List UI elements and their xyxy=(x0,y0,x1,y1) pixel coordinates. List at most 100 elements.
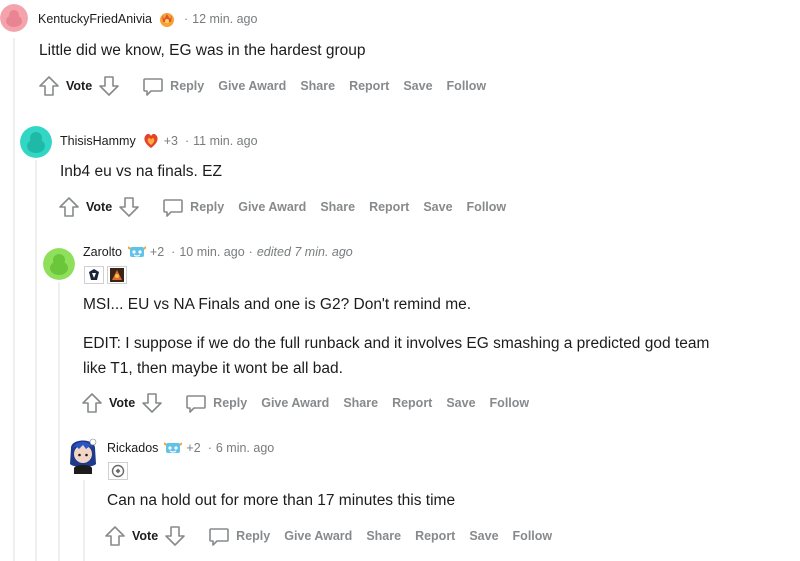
give-award-button[interactable]: Give Award xyxy=(261,396,329,410)
separator: · xyxy=(183,12,189,26)
comment-time[interactable]: 11 min. ago xyxy=(193,134,257,148)
comment-paragraph: Inb4 eu vs na finals. EZ xyxy=(60,163,222,180)
avatar[interactable] xyxy=(0,4,28,32)
reply-icon xyxy=(162,196,184,218)
reply-label: Reply xyxy=(213,396,248,410)
save-button[interactable]: Save xyxy=(403,79,432,93)
snoo-avatar-icon xyxy=(20,126,52,158)
avatar[interactable] xyxy=(43,248,75,280)
reply-label: Reply xyxy=(170,79,205,93)
follow-button[interactable]: Follow xyxy=(490,396,530,410)
team-flair-icon xyxy=(108,462,128,480)
avatar[interactable] xyxy=(20,126,52,158)
comment-body: Can na hold out for more than 17 minutes… xyxy=(107,488,455,513)
report-button[interactable]: Report xyxy=(392,396,432,410)
avatar[interactable] xyxy=(66,434,100,474)
author-name[interactable]: ThisisHammy xyxy=(60,134,136,148)
comment-paragraph: EDIT: I suppose if we do the full runbac… xyxy=(83,335,710,352)
comment-paragraph: Little did we know, EG was in the hardes… xyxy=(39,42,366,59)
report-button[interactable]: Report xyxy=(349,79,389,93)
comment-actions: Vote Reply Give Award Share Report Save … xyxy=(81,391,543,415)
separator: · xyxy=(248,245,253,259)
vote-count: Vote xyxy=(132,529,159,543)
reply-icon xyxy=(185,392,207,414)
reply-icon xyxy=(142,75,164,97)
share-button[interactable]: Share xyxy=(343,396,378,410)
team-liquid-flair-icon xyxy=(84,266,104,284)
comment-meta: ThisisHammy +3 · 11 min. ago xyxy=(60,132,258,150)
reply-label: Reply xyxy=(236,529,271,543)
share-button[interactable]: Share xyxy=(300,79,335,93)
save-button[interactable]: Save xyxy=(446,396,475,410)
save-button[interactable]: Save xyxy=(423,200,452,214)
share-button[interactable]: Share xyxy=(366,529,401,543)
comment-time[interactable]: 6 min. ago xyxy=(216,441,274,455)
comment-body: MSI... EU vs NA Finals and one is G2? Do… xyxy=(83,292,709,381)
give-award-button[interactable]: Give Award xyxy=(238,200,306,214)
follow-button[interactable]: Follow xyxy=(467,200,507,214)
award-flair-icon[interactable] xyxy=(142,132,160,150)
user-flair xyxy=(84,266,127,284)
separator: · xyxy=(207,441,212,455)
award-flair-icon[interactable] xyxy=(158,10,176,28)
downvote-icon[interactable] xyxy=(118,195,140,219)
thread-line[interactable] xyxy=(13,38,15,561)
upvote-icon[interactable] xyxy=(81,391,103,415)
upvote-icon[interactable] xyxy=(58,195,80,219)
edited-label: edited 7 min. ago xyxy=(256,245,353,259)
comment-paragraph: Can na hold out for more than 17 minutes… xyxy=(107,492,456,509)
snoo-avatar-icon xyxy=(0,4,28,32)
snoo-avatar-icon xyxy=(70,438,97,474)
follow-button[interactable]: Follow xyxy=(513,529,553,543)
snoo-avatar-icon xyxy=(43,248,75,280)
award-flair-icon[interactable] xyxy=(164,439,183,457)
comment-paragraph: like T1, then maybe it wont be all bad. xyxy=(83,360,343,377)
upvote-icon[interactable] xyxy=(104,524,126,548)
vote-count: Vote xyxy=(86,200,113,214)
report-button[interactable]: Report xyxy=(369,200,409,214)
champion-flair-icon xyxy=(107,266,127,284)
reply-button[interactable]: Reply xyxy=(140,196,224,218)
award-count: +2 xyxy=(186,441,201,455)
reply-button[interactable]: Reply xyxy=(163,392,247,414)
separator: · xyxy=(184,134,190,148)
give-award-button[interactable]: Give Award xyxy=(218,79,286,93)
author-name[interactable]: Zarolto xyxy=(83,245,122,259)
comment-paragraph: MSI... EU vs NA Finals and one is G2? Do… xyxy=(83,296,472,313)
downvote-icon[interactable] xyxy=(98,74,120,98)
award-count: +3 xyxy=(163,134,178,148)
reply-label: Reply xyxy=(190,200,225,214)
separator: · xyxy=(171,245,176,259)
comment-actions: Vote Reply Give Award Share Report Save … xyxy=(38,74,500,98)
report-button[interactable]: Report xyxy=(415,529,455,543)
author-name[interactable]: KentuckyFriedAnivia xyxy=(38,12,152,26)
award-flair-icon[interactable] xyxy=(127,243,146,261)
award-count: +2 xyxy=(149,245,165,259)
comment-body: Little did we know, EG was in the hardes… xyxy=(39,38,366,63)
reply-icon xyxy=(208,525,230,547)
comment-actions: Vote Reply Give Award Share Report Save … xyxy=(58,195,520,219)
vote-count: Vote xyxy=(109,396,136,410)
save-button[interactable]: Save xyxy=(469,529,498,543)
share-button[interactable]: Share xyxy=(320,200,355,214)
reply-button[interactable]: Reply xyxy=(120,75,204,97)
comment-meta: Rickados +2 · 6 min. ago xyxy=(107,439,274,457)
give-award-button[interactable]: Give Award xyxy=(284,529,352,543)
comment-meta: Zarolto +2 · 10 min. ago · edited 7 min.… xyxy=(83,243,353,261)
vote-count: Vote xyxy=(66,79,93,93)
author-name[interactable]: Rickados xyxy=(107,441,158,455)
thread-line[interactable] xyxy=(58,282,60,561)
downvote-icon[interactable] xyxy=(141,391,163,415)
thread-line[interactable] xyxy=(35,160,37,561)
downvote-icon[interactable] xyxy=(164,524,186,548)
comment-body: Inb4 eu vs na finals. EZ xyxy=(60,159,222,184)
user-flair xyxy=(108,462,128,480)
thread-line[interactable] xyxy=(83,480,85,561)
comment-meta: KentuckyFriedAnivia · 12 min. ago xyxy=(38,10,257,28)
reply-button[interactable]: Reply xyxy=(186,525,270,547)
comment-time[interactable]: 12 min. ago xyxy=(192,12,257,26)
follow-button[interactable]: Follow xyxy=(447,79,487,93)
comment-actions: Vote Reply Give Award Share Report Save … xyxy=(104,524,566,548)
comment-time[interactable]: 10 min. ago xyxy=(179,245,244,259)
upvote-icon[interactable] xyxy=(38,74,60,98)
